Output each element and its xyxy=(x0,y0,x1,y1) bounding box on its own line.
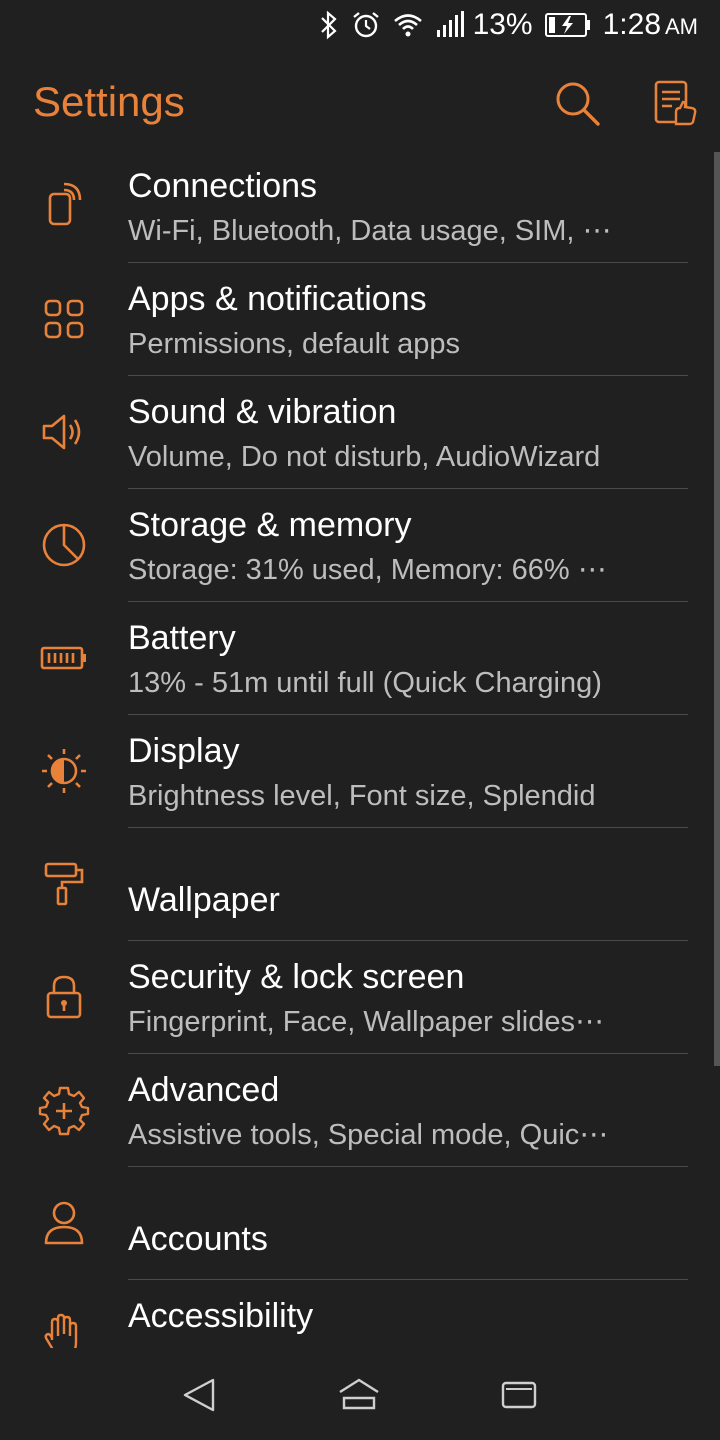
battery-charging-icon xyxy=(544,13,590,37)
app-bar: Settings xyxy=(0,60,720,150)
tips-icon xyxy=(654,80,697,126)
back-icon xyxy=(183,1378,215,1412)
wifi-icon xyxy=(393,14,422,37)
display-icon xyxy=(38,745,90,797)
status-bar: 13% 1:28 AM xyxy=(0,0,720,50)
sound-icon xyxy=(38,406,90,458)
battery-percent: 13% xyxy=(472,8,533,41)
settings-item-battery[interactable]: Battery 13% - 51m until full (Quick Char… xyxy=(0,602,720,715)
settings-item-security[interactable]: Security & lock screen Fingerprint, Face… xyxy=(0,941,720,1054)
settings-item-title: Accessibility xyxy=(128,1297,314,1335)
page-title: Settings xyxy=(33,78,185,125)
storage-icon xyxy=(38,519,90,571)
settings-item-title: Security & lock screen xyxy=(128,958,465,996)
bluetooth-icon xyxy=(320,10,337,40)
settings-item-apps[interactable]: Apps & notifications Permissions, defaul… xyxy=(0,263,720,376)
settings-item-subtitle: Permissions, default apps xyxy=(128,328,461,360)
settings-item-subtitle: Brightness level, Font size, Splendid xyxy=(128,780,596,812)
settings-item-storage[interactable]: Storage & memory Storage: 31% used, Memo… xyxy=(0,489,720,602)
settings-item-subtitle: Fingerprint, Face, Wallpaper slides⋯ xyxy=(128,1006,604,1038)
settings-item-title: Accounts xyxy=(128,1220,268,1258)
settings-item-accessibility[interactable]: Accessibility xyxy=(0,1280,720,1350)
advanced-icon xyxy=(38,1084,90,1136)
settings-item-display[interactable]: Display Brightness level, Font size, Spl… xyxy=(0,715,720,828)
scrollbar[interactable] xyxy=(714,152,720,1066)
settings-item-subtitle: Storage: 31% used, Memory: 66% ⋯ xyxy=(128,554,607,586)
settings-list: Connections Wi-Fi, Bluetooth, Data usage… xyxy=(0,150,720,1350)
recents-button[interactable] xyxy=(494,1370,544,1420)
navigation-bar xyxy=(0,1348,720,1440)
settings-item-title: Wallpaper xyxy=(128,881,280,919)
accessibility-icon xyxy=(38,1310,90,1350)
settings-item-subtitle: Assistive tools, Special mode, Quic⋯ xyxy=(128,1119,609,1151)
back-button[interactable] xyxy=(175,1370,225,1420)
settings-item-connections[interactable]: Connections Wi-Fi, Bluetooth, Data usage… xyxy=(0,150,720,263)
alarm-icon xyxy=(352,12,379,38)
tips-button[interactable] xyxy=(650,78,700,128)
search-icon xyxy=(556,82,600,126)
connections-icon xyxy=(38,180,90,232)
battery-icon xyxy=(38,632,90,684)
clock: 1:28 AM xyxy=(602,8,698,41)
settings-item-title: Display xyxy=(128,732,240,770)
settings-item-subtitle: Volume, Do not disturb, AudioWizard xyxy=(128,441,601,473)
settings-item-title: Storage & memory xyxy=(128,506,412,544)
home-button[interactable] xyxy=(334,1370,384,1420)
accounts-icon xyxy=(38,1197,90,1249)
settings-item-title: Apps & notifications xyxy=(128,280,427,318)
settings-item-advanced[interactable]: Advanced Assistive tools, Special mode, … xyxy=(0,1054,720,1167)
settings-item-wallpaper[interactable]: Wallpaper xyxy=(0,828,720,941)
settings-item-title: Sound & vibration xyxy=(128,393,397,431)
settings-item-title: Connections xyxy=(128,167,318,205)
signal-icon xyxy=(436,11,464,37)
settings-item-accounts[interactable]: Accounts xyxy=(0,1167,720,1280)
wallpaper-icon xyxy=(38,858,90,910)
settings-item-title: Advanced xyxy=(128,1071,280,1109)
settings-item-sound[interactable]: Sound & vibration Volume, Do not disturb… xyxy=(0,376,720,489)
recents-icon xyxy=(501,1381,537,1409)
home-icon xyxy=(339,1378,379,1410)
apps-icon xyxy=(38,293,90,345)
search-button[interactable] xyxy=(552,78,602,128)
lock-icon xyxy=(38,971,90,1023)
settings-item-subtitle: 13% - 51m until full (Quick Charging) xyxy=(128,667,602,699)
settings-item-title: Battery xyxy=(128,619,236,657)
settings-item-subtitle: Wi-Fi, Bluetooth, Data usage, SIM, ⋯ xyxy=(128,215,612,247)
